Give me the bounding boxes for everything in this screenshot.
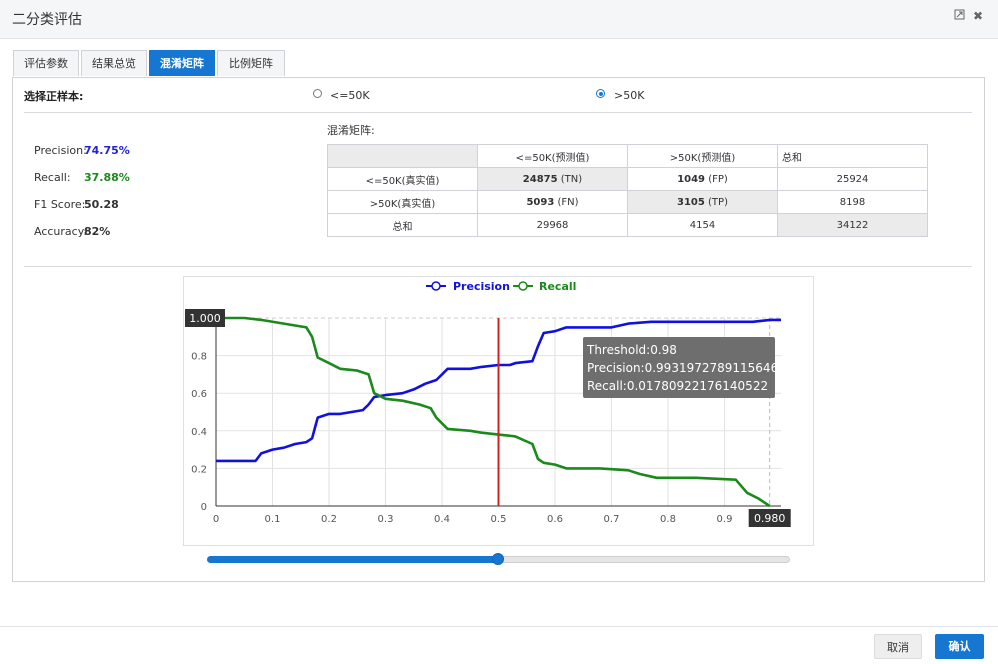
table-row: >50K(真实值) 5093 (FN) 3105 (TP) 8198: [327, 190, 928, 214]
y-tick-label: 0.2: [191, 464, 207, 475]
legend-recall-label[interactable]: Recall: [539, 280, 576, 293]
matrix-row-label: >50K(真实值): [327, 190, 478, 214]
matrix-corner-cell: [327, 144, 478, 168]
x-axis-pointer-label: 0.980: [754, 512, 786, 525]
legend-precision-label[interactable]: Precision: [453, 280, 510, 293]
divider: [24, 266, 972, 267]
tooltip-precision: Precision:0.9931972789115646: [587, 361, 778, 375]
threshold-slider-fill: [207, 556, 499, 563]
accuracy-label: Accuracy:: [34, 225, 88, 238]
legend-recall-marker: [518, 281, 528, 291]
chart-legend[interactable]: Precision Recall: [426, 280, 576, 293]
cell-tag: (TP): [708, 196, 728, 208]
cell-tag: (TN): [560, 173, 583, 185]
tooltip-threshold: Threshold:0.98: [586, 343, 677, 357]
matrix-row-label: <=50K(真实值): [327, 167, 478, 191]
restore-icon[interactable]: [954, 9, 965, 23]
matrix-col-total: 29968: [477, 213, 628, 237]
matrix-header-cell: >50K(预测值): [627, 144, 778, 168]
radio-le50k[interactable]: [313, 89, 322, 98]
matrix-grand-total: 34122: [777, 213, 928, 237]
cell-value: 1049: [677, 173, 706, 185]
matrix-title: 混淆矩阵:: [327, 124, 375, 137]
x-tick-label: 0.4: [434, 514, 450, 525]
legend-precision-marker: [431, 281, 441, 291]
chart-tooltip: Threshold:0.98 Precision:0.9931972789115…: [583, 337, 778, 398]
tooltip-recall: Recall:0.01780922176140522: [587, 379, 768, 393]
radio-le50k-label[interactable]: <=50K: [330, 89, 370, 102]
table-row: 总和 29968 4154 34122: [327, 213, 928, 237]
matrix-cell-fp: 1049 (FP): [627, 167, 778, 191]
x-tick-label: 0.5: [491, 514, 507, 525]
matrix-row-total: 8198: [777, 190, 928, 214]
x-tick-label: 0.2: [321, 514, 337, 525]
tab-eval-params[interactable]: 评估参数: [13, 50, 79, 76]
dialog-title: 二分类评估: [12, 12, 82, 28]
tab-result-overview[interactable]: 结果总览: [81, 50, 147, 76]
matrix-cell-tp: 3105 (TP): [627, 190, 778, 214]
y-tick-label: 0.8: [191, 352, 207, 363]
cell-value: 24875: [522, 173, 558, 185]
divider: [24, 112, 972, 113]
accuracy-value: 82%: [84, 225, 111, 238]
x-tick-label: 0.1: [265, 514, 281, 525]
matrix-row-total: 25924: [777, 167, 928, 191]
dialog-footer: [0, 626, 998, 664]
y-tick-label: 0.4: [191, 427, 207, 438]
precision-value: 74.75%: [84, 144, 130, 157]
table-row: <=50K(真实值) 24875 (TN) 1049 (FP) 25924: [327, 167, 928, 191]
y-axis-pointer-label: 1.000: [189, 312, 221, 325]
precision-label: Precision:: [34, 144, 87, 157]
close-icon[interactable]: ✖: [973, 9, 983, 23]
cell-value: 3105: [677, 196, 705, 208]
radio-gt50k-label[interactable]: >50K: [614, 89, 644, 102]
matrix-header-cell: 总和: [777, 144, 928, 168]
y-tick-label: 0: [201, 502, 207, 513]
matrix-header-cell: <=50K(预测值): [477, 144, 628, 168]
recall-label: Recall:: [34, 171, 71, 184]
cell-tag: (FN): [557, 196, 579, 208]
cell-tag: (FP): [708, 173, 728, 185]
cell-value: 5093: [526, 196, 555, 208]
matrix-row-label: 总和: [327, 213, 478, 237]
threshold-slider-handle[interactable]: [492, 553, 504, 565]
threshold-chart[interactable]: Precision Recall 0 0.1 0.2 0.3 0.4 0.5 0.6 0.7 0…: [183, 276, 812, 544]
x-tick-label: 0.9: [717, 514, 733, 525]
cancel-button[interactable]: 取消: [874, 634, 922, 659]
recall-value: 37.88%: [84, 171, 130, 184]
x-tick-label: 0.8: [660, 514, 676, 525]
f1-value: 50.28: [84, 198, 119, 211]
x-tick-label: 0: [213, 514, 219, 525]
tab-ratio-matrix[interactable]: 比例矩阵: [217, 50, 285, 76]
matrix-cell-fn: 5093 (FN): [477, 190, 628, 214]
ok-button[interactable]: 确认: [935, 634, 984, 659]
matrix-cell-tn: 24875 (TN): [477, 167, 628, 191]
tab-confusion-matrix[interactable]: 混淆矩阵: [149, 50, 215, 76]
matrix-col-total: 4154: [627, 213, 778, 237]
positive-sample-label: 选择正样本:: [24, 90, 84, 103]
x-tick-label: 0.7: [604, 514, 620, 525]
table-row: <=50K(预测值) >50K(预测值) 总和: [327, 144, 928, 168]
radio-gt50k[interactable]: [596, 89, 605, 98]
x-tick-label: 0.3: [378, 514, 394, 525]
f1-label: F1 Score:: [34, 198, 86, 211]
y-tick-label: 0.6: [191, 389, 207, 400]
dialog-titlebar: 二分类评估 ✖: [0, 0, 998, 39]
x-tick-label: 0.6: [547, 514, 563, 525]
confusion-matrix-table: <=50K(预测值) >50K(预测值) 总和 <=50K(真实值) 24875…: [327, 144, 928, 237]
